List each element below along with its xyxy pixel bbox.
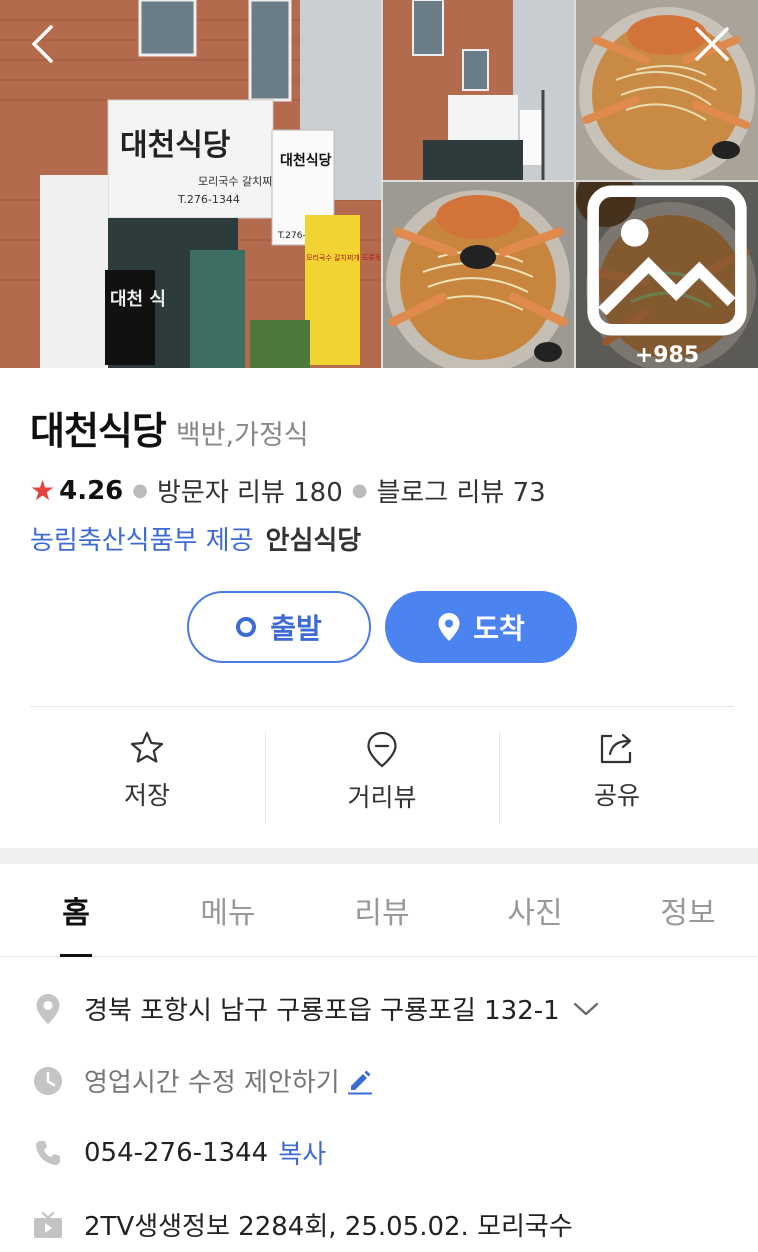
location-pin-icon <box>32 993 64 1025</box>
chevron-left-icon <box>32 25 53 63</box>
share-button[interactable]: 공유 <box>500 730 734 824</box>
tab-home[interactable]: 홈 <box>0 864 152 957</box>
divider <box>30 706 734 707</box>
address-text: 경북 포항시 남구 구룡포읍 구룡포길 132-1 <box>84 996 560 1026</box>
place-category: 백반,가정식 <box>175 420 309 451</box>
building-image <box>383 0 574 180</box>
share-icon <box>600 733 632 764</box>
photo-thumbnail-more[interactable]: +985 <box>576 182 758 368</box>
tv-appearance-row: 2TV생생정보 2284회, 25.05.02. 모리국수 <box>32 1206 573 1243</box>
photo-thumbnail-crab-dish-2[interactable] <box>383 182 574 368</box>
star-outline-icon <box>130 731 164 763</box>
edit-pencil-icon <box>347 1070 372 1094</box>
more-photos-overlay: +985 <box>576 182 758 368</box>
route-start-label: 출발 <box>270 612 322 645</box>
main-sign-phone: T.276-1344 <box>177 193 240 206</box>
street-view-button[interactable]: 거리뷰 <box>265 730 499 824</box>
phone-row: 054-276-1344 복사 <box>32 1134 326 1171</box>
main-sign-text: 대천식당 <box>120 128 231 163</box>
tab-photos[interactable]: 사진 <box>459 864 611 956</box>
close-icon <box>695 27 729 61</box>
tab-bar: 홈 메뉴 리뷰 사진 정보 <box>0 864 758 957</box>
close-button[interactable] <box>690 22 734 66</box>
save-button[interactable]: 저장 <box>30 730 264 824</box>
main-sign-menu: 모리국수 갈치찌개 <box>198 174 282 188</box>
crab-dish-image <box>383 182 574 368</box>
route-arrive-button[interactable]: 도착 <box>385 591 577 663</box>
photo-gallery: 대천식당 모리국수 갈치찌개 T.276-1344 대천식당 T.276-134… <box>0 0 758 368</box>
safe-restaurant-badge[interactable]: 농림축산식품부 제공 안심식당 <box>30 520 361 557</box>
tab-info[interactable]: 정보 <box>612 864 758 956</box>
tab-reviews-label: 리뷰 <box>354 896 410 931</box>
image-icon <box>587 185 747 336</box>
yellow-sign-text: 모리국수 갈치찌개 도루묵찌개 동태탕 <box>306 253 381 262</box>
tab-menu-label: 메뉴 <box>200 896 256 931</box>
vertical-sign-text: 대천식당 <box>280 152 332 169</box>
tab-menu[interactable]: 메뉴 <box>152 864 304 956</box>
tab-photos-label: 사진 <box>507 896 563 931</box>
rating-row: ★ 4.26 ● 방문자 리뷰 180 ● 블로그 리뷰 73 <box>30 472 546 509</box>
location-pin-icon <box>438 613 460 641</box>
blog-reviews-link[interactable]: 블로그 리뷰 73 <box>376 472 545 509</box>
tab-reviews[interactable]: 리뷰 <box>306 864 458 956</box>
separator-dot: ● <box>132 480 148 501</box>
section-separator <box>0 848 758 864</box>
hours-suggest-text: 영업시간 수정 제안하기 <box>84 1068 340 1098</box>
chevron-down-icon <box>573 1002 598 1015</box>
place-title-row: 대천식당 백반,가정식 <box>30 400 309 455</box>
tv-icon <box>32 1209 64 1241</box>
tab-home-label: 홈 <box>62 896 90 931</box>
hours-row[interactable]: 영업시간 수정 제안하기 <box>32 1062 374 1099</box>
tv-appearance-text: 2TV생생정보 2284회, 25.05.02. 모리국수 <box>84 1212 573 1242</box>
street-view-label: 거리뷰 <box>347 783 417 812</box>
more-photos-count: +985 <box>634 343 700 368</box>
place-name: 대천식당 <box>30 409 167 453</box>
address-row[interactable]: 경북 포항시 남구 구룡포읍 구룡포길 132-1 <box>32 990 600 1027</box>
back-button[interactable] <box>20 22 64 66</box>
phone-icon <box>32 1137 64 1169</box>
active-tab-indicator <box>60 954 92 957</box>
provider-text: 농림축산식품부 제공 <box>30 526 254 556</box>
door-text: 대천 식 <box>110 289 166 310</box>
visitor-reviews-link[interactable]: 방문자 리뷰 180 <box>157 472 343 509</box>
copy-phone-button[interactable]: 복사 <box>278 1134 326 1171</box>
rating-score: 4.26 <box>59 475 124 506</box>
safe-restaurant-label: 안심식당 <box>265 526 362 556</box>
origin-dot-icon <box>236 617 257 637</box>
photo-thumbnail-building[interactable] <box>383 0 574 180</box>
route-arrive-label: 도착 <box>473 612 525 645</box>
tab-info-label: 정보 <box>660 896 716 931</box>
clock-icon <box>32 1065 64 1097</box>
separator-dot: ● <box>351 480 368 501</box>
save-label: 저장 <box>123 781 170 810</box>
route-start-button[interactable]: 출발 <box>187 591 371 663</box>
share-label: 공유 <box>593 781 640 810</box>
star-icon: ★ <box>30 474 56 507</box>
street-view-icon <box>367 731 397 768</box>
phone-number[interactable]: 054-276-1344 <box>84 1138 268 1168</box>
